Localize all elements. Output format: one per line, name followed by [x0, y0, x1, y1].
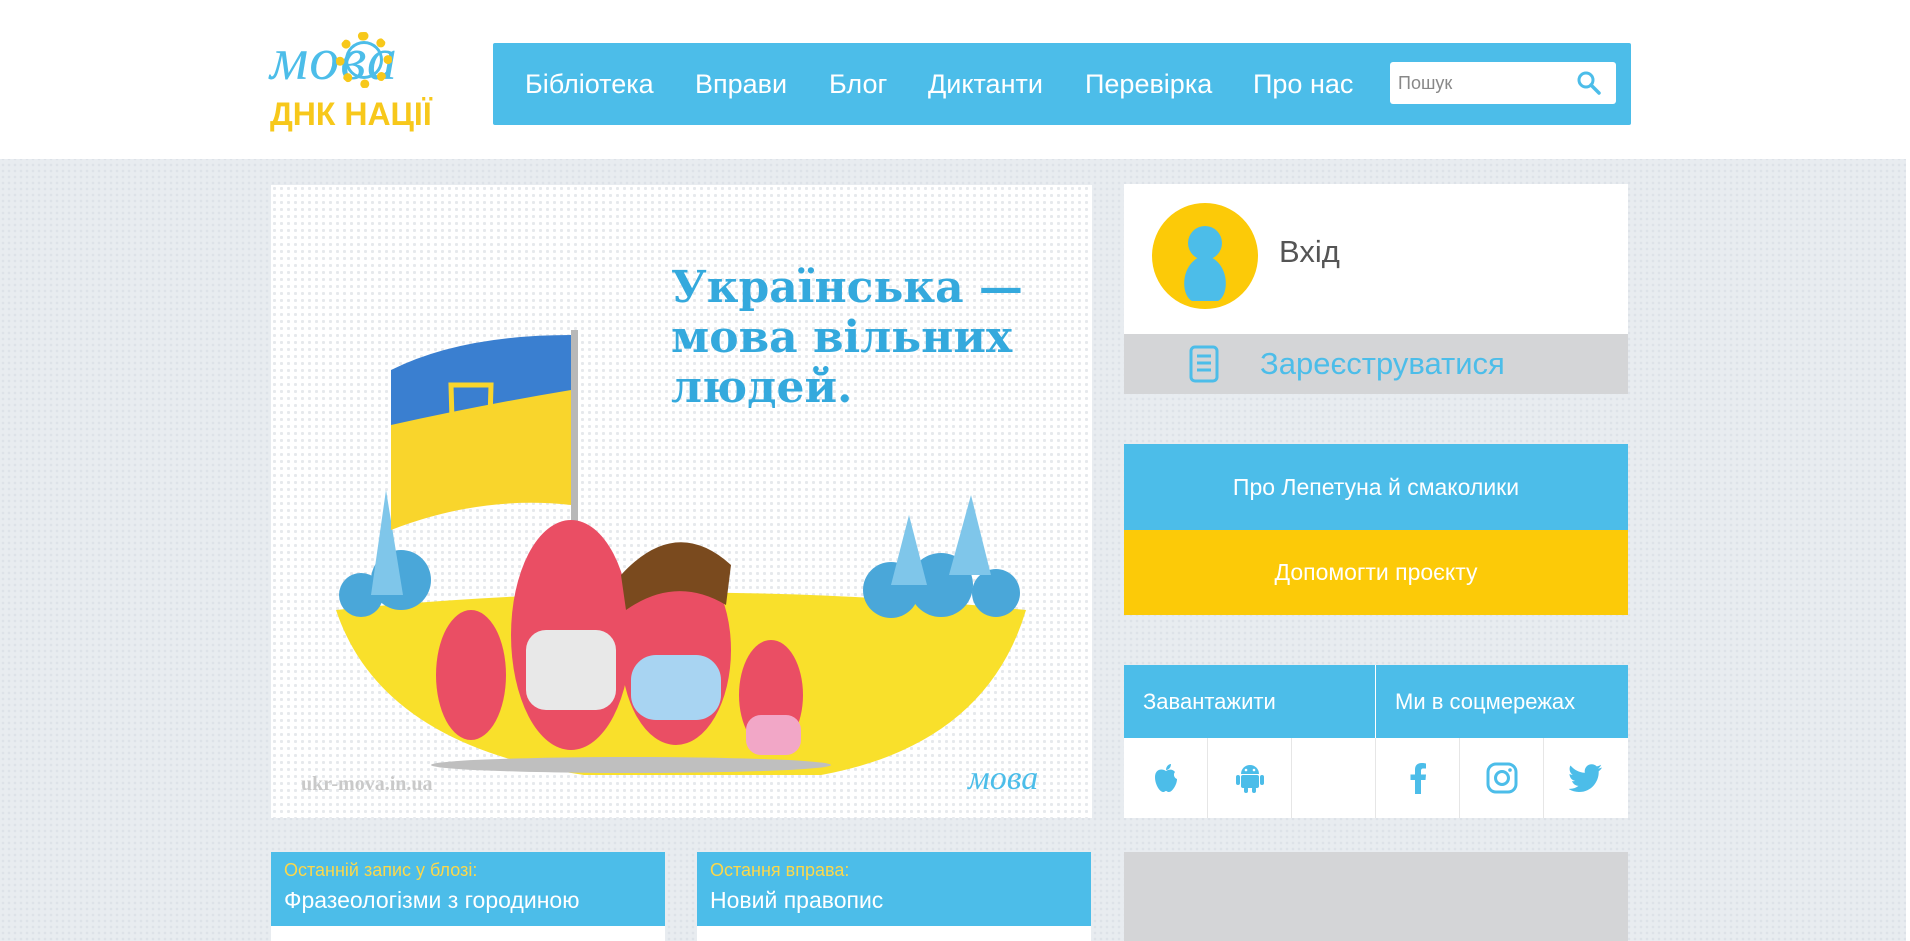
- nav-item-dictations[interactable]: Диктанти: [928, 43, 1043, 125]
- register-button[interactable]: Зареєструватися: [1124, 334, 1628, 394]
- google-play-link[interactable]: [1208, 738, 1292, 818]
- site-header: мова ДНК НАЦІЇ Бібліотека Вправи Блог Ди…: [0, 0, 1910, 159]
- search-icon: [1577, 71, 1601, 95]
- document-icon: [1189, 345, 1219, 383]
- twitter-link[interactable]: [1544, 738, 1628, 818]
- logo-wreath-icon: [336, 32, 392, 88]
- search-box: [1390, 62, 1616, 104]
- card-body: [271, 926, 665, 941]
- login-card: Вхід Зареєструватися: [1124, 184, 1628, 394]
- search-button[interactable]: [1576, 70, 1602, 96]
- card-title[interactable]: Фразеологізми з городиною: [284, 887, 579, 914]
- nav-item-exercises[interactable]: Вправи: [695, 43, 787, 125]
- search-input[interactable]: [1390, 62, 1570, 104]
- nav-item-check[interactable]: Перевірка: [1085, 43, 1212, 125]
- facebook-icon: [1410, 763, 1426, 794]
- app-store-link[interactable]: [1124, 738, 1208, 818]
- card-title[interactable]: Новий правопис: [710, 887, 883, 914]
- user-icon: [1184, 226, 1226, 301]
- latest-exercise-card[interactable]: Остання вправа: Новий правопис: [697, 852, 1091, 941]
- card-header: Остання вправа: Новий правопис: [697, 852, 1091, 926]
- hero-watermark: ukr-mova.in.ua: [301, 773, 433, 795]
- page-edge: [1906, 0, 1910, 941]
- nav-item-blog[interactable]: Блог: [829, 43, 887, 125]
- support-project-button[interactable]: Допомогти проєкту: [1124, 530, 1628, 615]
- card-kicker: Останній запис у блозі:: [284, 860, 478, 880]
- latest-blog-card[interactable]: Останній запис у блозі: Фразеологізми з …: [271, 852, 665, 941]
- logo-tagline: ДНК НАЦІЇ: [270, 96, 432, 132]
- card-body: [697, 926, 1091, 941]
- register-label: Зареєструватися: [1260, 346, 1505, 381]
- signin-link[interactable]: Вхід: [1279, 234, 1340, 270]
- empty-cell: [1292, 738, 1376, 818]
- social-heading: Ми в соцмережах: [1376, 665, 1628, 738]
- sidebar-placeholder: [1124, 852, 1628, 941]
- nav-item-about[interactable]: Про нас: [1253, 43, 1353, 125]
- main-nav: Бібліотека Вправи Блог Диктанти Перевірк…: [493, 43, 1631, 125]
- card-header: Останній запис у блозі: Фразеологізми з …: [271, 852, 665, 926]
- hero-mini-logo: мова: [968, 760, 1039, 797]
- avatar: [1152, 203, 1258, 309]
- hero-slogan: Українська — мова вільних людей.: [671, 262, 1023, 413]
- twitter-icon: [1569, 764, 1602, 792]
- apple-icon: [1154, 764, 1177, 792]
- instagram-icon: [1486, 762, 1517, 794]
- facebook-link[interactable]: [1376, 738, 1460, 818]
- card-kicker: Остання вправа:: [710, 860, 850, 880]
- site-logo[interactable]: мова ДНК НАЦІЇ: [268, 26, 460, 134]
- download-heading: Завантажити: [1124, 665, 1375, 738]
- about-lepetun-button[interactable]: Про Лепетуна й смаколики: [1124, 444, 1628, 530]
- apps-and-social-card: Завантажити Ми в соцмережах: [1124, 665, 1628, 818]
- hero-banner[interactable]: Українська — мова вільних людей. ukr-mov…: [271, 185, 1092, 818]
- instagram-link[interactable]: [1460, 738, 1544, 818]
- nav-item-library[interactable]: Бібліотека: [525, 43, 654, 125]
- android-icon: [1235, 765, 1264, 793]
